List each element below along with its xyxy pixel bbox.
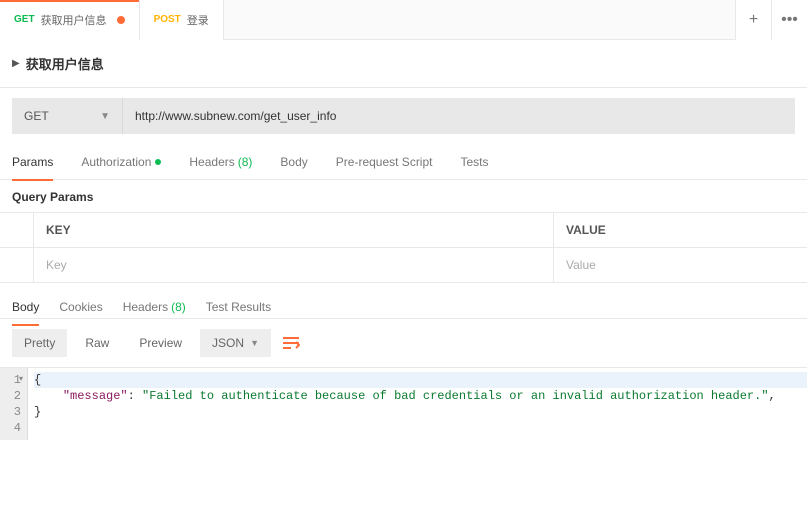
- tab-login[interactable]: POST 登录: [140, 0, 224, 40]
- subtab-auth-label: Authorization: [81, 155, 151, 169]
- format-select[interactable]: JSON ▼: [200, 329, 271, 357]
- tab-actions: + •••: [735, 0, 807, 40]
- key-header: KEY: [34, 213, 554, 247]
- tab-get-user-info[interactable]: GET 获取用户信息: [0, 0, 140, 40]
- tab-more-button[interactable]: •••: [771, 0, 807, 40]
- wrap-lines-button[interactable]: [277, 329, 305, 357]
- request-name-label: 获取用户信息: [26, 54, 104, 73]
- param-key-input[interactable]: [46, 258, 541, 272]
- query-params-table: KEY VALUE: [0, 212, 807, 283]
- subtab-tests[interactable]: Tests: [460, 144, 488, 180]
- row-checkbox-cell[interactable]: [0, 248, 34, 282]
- format-label: JSON: [212, 336, 244, 350]
- chevron-down-icon: ▼: [250, 338, 259, 348]
- pretty-button[interactable]: Pretty: [12, 329, 67, 357]
- tab-method-label: GET: [14, 14, 35, 25]
- line-gutter: 1 2 3 4: [0, 368, 28, 440]
- response-toolbar: Pretty Raw Preview JSON ▼: [0, 319, 807, 367]
- value-header: VALUE: [554, 213, 807, 247]
- table-row: [0, 248, 807, 283]
- response-body: 1 2 3 4 { "message": "Failed to authenti…: [0, 367, 807, 440]
- raw-button[interactable]: Raw: [73, 329, 121, 357]
- tab-method-label: POST: [154, 14, 181, 25]
- request-subtabs: Params Authorization Headers (8) Body Pr…: [0, 144, 807, 180]
- chevron-down-icon: ▼: [100, 111, 110, 122]
- new-tab-button[interactable]: +: [735, 0, 771, 40]
- param-value-input[interactable]: [566, 258, 795, 272]
- resp-tab-body[interactable]: Body: [12, 289, 39, 325]
- subtab-authorization[interactable]: Authorization: [81, 144, 161, 180]
- resp-tab-headers[interactable]: Headers (8): [123, 289, 186, 325]
- tab-title-label: 获取用户信息: [41, 12, 107, 28]
- query-params-label: Query Params: [0, 180, 807, 212]
- tab-title-label: 登录: [187, 12, 209, 28]
- subtab-params[interactable]: Params: [12, 144, 53, 180]
- http-method-label: GET: [24, 109, 49, 123]
- resp-tab-testresults[interactable]: Test Results: [206, 289, 271, 325]
- collapse-triangle-icon: ▶: [12, 58, 20, 69]
- table-header-row: KEY VALUE: [0, 213, 807, 248]
- checkbox-header-cell: [0, 213, 34, 247]
- resp-headers-label: Headers: [123, 300, 168, 314]
- unsaved-dot-icon: [117, 16, 125, 24]
- subtab-headers-label: Headers: [189, 155, 234, 169]
- request-name-row[interactable]: ▶ 获取用户信息: [0, 40, 807, 88]
- request-tabs-bar: GET 获取用户信息 POST 登录 + •••: [0, 0, 807, 40]
- url-input[interactable]: [122, 98, 795, 134]
- url-row: GET ▼: [0, 88, 807, 144]
- subtab-prerequest[interactable]: Pre-request Script: [336, 144, 433, 180]
- resp-tab-cookies[interactable]: Cookies: [59, 289, 102, 325]
- http-method-select[interactable]: GET ▼: [12, 98, 122, 134]
- resp-headers-count: (8): [171, 300, 186, 314]
- fold-toggle[interactable]: 1: [6, 372, 21, 388]
- code-content[interactable]: { "message": "Failed to authenticate bec…: [28, 368, 807, 440]
- subtab-headers[interactable]: Headers (8): [189, 144, 252, 180]
- auth-active-dot-icon: [155, 159, 161, 165]
- headers-count: (8): [238, 155, 253, 169]
- response-subtabs: Body Cookies Headers (8) Test Results: [0, 283, 807, 319]
- preview-button[interactable]: Preview: [127, 329, 194, 357]
- subtab-body[interactable]: Body: [280, 144, 307, 180]
- wrap-icon: [282, 336, 300, 350]
